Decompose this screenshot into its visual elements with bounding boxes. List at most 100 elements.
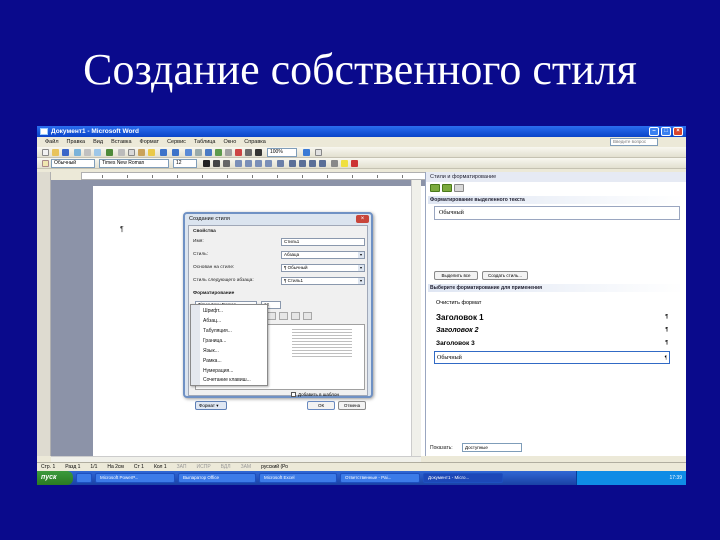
style-type-select[interactable]: Абзаца ▾ [281, 251, 365, 259]
numbering-icon[interactable] [289, 160, 296, 167]
clear-format-item[interactable]: Очистить формат [434, 297, 670, 310]
start-button[interactable]: пуск [37, 471, 73, 485]
select-all-button[interactable]: Выделить все [434, 271, 478, 280]
italic-icon[interactable] [213, 160, 220, 167]
spelling-icon[interactable] [106, 149, 113, 156]
menu-item-shortcut[interactable]: Сочетание клавиш... [203, 377, 251, 383]
cut-icon[interactable] [118, 149, 125, 156]
menu-item-tabs[interactable]: Табуляция... [203, 328, 232, 334]
quick-launch-icon[interactable] [76, 473, 92, 483]
style-normal[interactable]: Обычный ¶ [434, 351, 670, 364]
add-to-template-checkbox[interactable]: Добавить в шаблон [291, 392, 339, 398]
bold-icon[interactable] [203, 160, 210, 167]
line-spacing-icon[interactable] [277, 160, 284, 167]
taskbar-word[interactable]: Документ1 - Micro... [423, 473, 503, 483]
menu-help[interactable]: Справка [244, 137, 266, 147]
increase-indent-icon[interactable] [319, 160, 326, 167]
new-document-icon[interactable] [42, 149, 49, 156]
align-left-icon[interactable] [235, 160, 242, 167]
style-combo[interactable]: Обычный [51, 159, 95, 168]
save-disk-icon[interactable] [62, 149, 69, 156]
menu-table[interactable]: Таблица [194, 137, 216, 147]
document-map-icon[interactable] [245, 149, 252, 156]
justify-icon[interactable] [265, 160, 272, 167]
taskbar-paint[interactable]: Ответственные - Pai... [340, 473, 420, 483]
zoom-combo[interactable]: 100% [267, 148, 297, 157]
minimize-button[interactable]: – [649, 127, 659, 136]
menu-item-frame[interactable]: Рамка... [203, 358, 222, 364]
vertical-scrollbar[interactable] [411, 180, 421, 456]
cancel-button[interactable]: Отмена [338, 401, 366, 410]
format-painter-icon[interactable] [148, 149, 155, 156]
menu-file[interactable]: Файл [45, 137, 59, 147]
permission-icon[interactable] [74, 149, 81, 156]
spacing-before-icon[interactable] [267, 312, 276, 320]
align-right-icon[interactable] [255, 160, 262, 167]
menu-tools[interactable]: Сервис [167, 137, 186, 147]
styles-pane-icon[interactable] [42, 160, 49, 167]
menu-format[interactable]: Формат [140, 137, 160, 147]
columns-icon[interactable] [225, 149, 232, 156]
hyperlink-icon[interactable] [185, 149, 192, 156]
menu-insert[interactable]: Вставка [111, 137, 131, 147]
open-folder-icon[interactable] [52, 149, 59, 156]
read-mode-icon[interactable] [315, 149, 322, 156]
underline-icon[interactable] [223, 160, 230, 167]
menu-view[interactable]: Вид [93, 137, 103, 147]
font-combo[interactable]: Times New Roman [99, 159, 169, 168]
close-button[interactable]: × [673, 127, 683, 136]
redo-icon[interactable] [172, 149, 179, 156]
status-trk[interactable]: ИСПР [197, 463, 211, 471]
dialog-close-icon[interactable]: × [356, 215, 369, 223]
taskbar-powerpoint[interactable]: Microsoft PowerP... [95, 473, 175, 483]
status-rec[interactable]: ЗАП [177, 463, 187, 471]
next-style-select[interactable]: ¶ Стиль1 ▾ [281, 277, 365, 285]
show-hide-icon[interactable] [255, 149, 262, 156]
print-icon[interactable] [84, 149, 91, 156]
show-select[interactable]: Доступные [462, 443, 522, 452]
status-ovr[interactable]: ЗАМ [241, 463, 252, 471]
name-field[interactable]: Стиль1 [281, 238, 365, 246]
decrease-indent-icon[interactable] [309, 160, 316, 167]
home-icon[interactable] [454, 184, 464, 192]
menu-edit[interactable]: Правка [67, 137, 86, 147]
font-size-combo[interactable]: 12 [173, 159, 197, 168]
taskbar-office[interactable]: Выпаратор Office [178, 473, 256, 483]
highlight-icon[interactable] [341, 160, 348, 167]
font-color-icon[interactable] [351, 160, 358, 167]
vertical-ruler[interactable] [37, 172, 51, 456]
print-preview-icon[interactable] [94, 149, 101, 156]
menu-item-border[interactable]: Граница... [203, 338, 226, 344]
menu-window[interactable]: Окно [224, 137, 237, 147]
forward-arrow-icon[interactable] [442, 184, 452, 192]
paste-icon[interactable] [138, 149, 145, 156]
align-center-icon[interactable] [245, 160, 252, 167]
horizontal-ruler[interactable] [81, 172, 451, 180]
drawing-icon[interactable] [235, 149, 242, 156]
help-icon[interactable] [303, 149, 310, 156]
current-style-box[interactable]: Обычный [434, 206, 680, 220]
style-heading-1[interactable]: Заголовок 1 ¶ [434, 311, 670, 324]
back-arrow-icon[interactable] [430, 184, 440, 192]
new-style-button[interactable]: Создать стиль... [482, 271, 528, 280]
bullets-icon[interactable] [299, 160, 306, 167]
borders-icon[interactable] [331, 160, 338, 167]
undo-icon[interactable] [160, 149, 167, 156]
copy-icon[interactable] [128, 149, 135, 156]
based-on-select[interactable]: ¶ Обычный ▾ [281, 264, 365, 272]
style-heading-2[interactable]: Заголовок 2 ¶ [434, 324, 670, 337]
taskbar-excel[interactable]: Microsoft Excel [259, 473, 337, 483]
style-heading-3[interactable]: Заголовок 3 ¶ [434, 337, 670, 350]
decrease-indent-icon[interactable] [291, 312, 300, 320]
spacing-after-icon[interactable] [279, 312, 288, 320]
insert-table-icon[interactable] [205, 149, 212, 156]
status-ext[interactable]: ВДЛ [221, 463, 231, 471]
menu-item-font[interactable]: Шрифт... [203, 308, 223, 314]
menu-item-language[interactable]: Язык... [203, 348, 219, 354]
menu-item-numbering[interactable]: Нумерация... [203, 368, 233, 374]
tables-borders-icon[interactable] [195, 149, 202, 156]
maximize-button[interactable]: □ [661, 127, 671, 136]
increase-indent-icon[interactable] [303, 312, 312, 320]
insert-excel-icon[interactable] [215, 149, 222, 156]
ok-button[interactable]: ОК [307, 401, 335, 410]
